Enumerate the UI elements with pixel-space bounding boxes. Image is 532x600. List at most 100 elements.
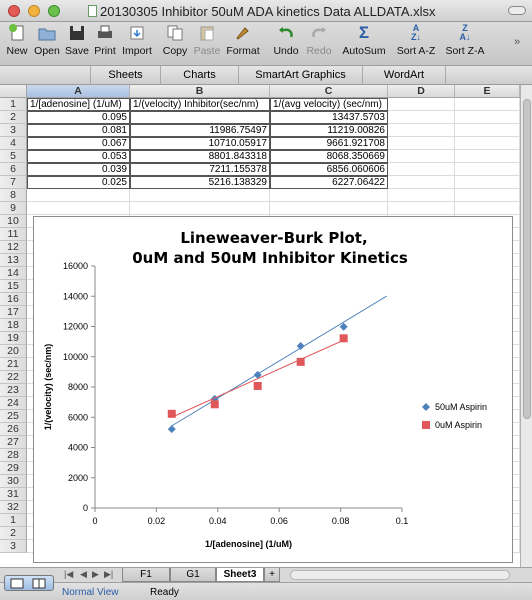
grid-cell[interactable] [388, 189, 455, 202]
row-header[interactable]: 3 [0, 540, 27, 553]
grid-cell[interactable] [455, 150, 520, 163]
row-header[interactable]: 30 [0, 475, 27, 488]
grid-cell[interactable] [388, 150, 455, 163]
data-cell[interactable]: 11219.00826 [270, 124, 388, 137]
copy-button[interactable]: Copy [160, 24, 190, 57]
row-header[interactable]: 25 [0, 410, 27, 423]
format-button[interactable]: Format [224, 24, 262, 57]
column-header-c[interactable]: C [270, 85, 388, 98]
add-sheet-button[interactable]: + [264, 568, 280, 582]
toolbar-overflow-icon[interactable]: » [514, 36, 520, 48]
data-cell[interactable]: 6227.06422 [270, 176, 388, 189]
last-sheet-nav-icon[interactable]: ▶| [104, 569, 113, 580]
row-header[interactable]: 2 [0, 111, 27, 124]
row-header[interactable]: 4 [0, 137, 27, 150]
row-header[interactable]: 6 [0, 163, 27, 176]
row-header[interactable]: 5 [0, 150, 27, 163]
data-cell[interactable]: 0.081 [27, 124, 130, 137]
next-sheet-nav-icon[interactable]: ▶ [92, 569, 99, 580]
autosum-button[interactable]: Σ AutoSum [340, 24, 388, 58]
select-all-corner[interactable] [0, 85, 27, 98]
vertical-scroll-thumb[interactable] [523, 99, 531, 419]
row-header[interactable]: 8 [0, 189, 27, 202]
row-header[interactable]: 26 [0, 423, 27, 436]
tab-smartart-graphics[interactable]: SmartArt Graphics [238, 66, 362, 85]
minimize-window-icon[interactable] [28, 5, 40, 17]
row-header[interactable]: 9 [0, 202, 27, 215]
row-header[interactable]: 7 [0, 176, 27, 189]
grid-cell[interactable] [455, 163, 520, 176]
row-header[interactable]: 3 [0, 124, 27, 137]
row-header[interactable]: 18 [0, 319, 27, 332]
tab-wordart[interactable]: WordArt [362, 66, 446, 85]
grid-cell[interactable] [455, 98, 520, 111]
row-header[interactable]: 14 [0, 267, 27, 280]
tab-charts[interactable]: Charts [160, 66, 238, 85]
row-header[interactable]: 11 [0, 228, 27, 241]
undo-button[interactable]: Undo [271, 24, 301, 57]
toolbar-toggle-button[interactable] [508, 6, 526, 15]
data-cell[interactable]: 0.067 [27, 137, 130, 150]
grid-cell[interactable] [270, 189, 388, 202]
sort-descending-button[interactable]: Z A↓ Sort Z-A [442, 24, 488, 58]
paste-button[interactable]: Paste [191, 24, 223, 57]
grid-cell[interactable] [270, 202, 388, 215]
first-sheet-nav-icon[interactable]: |◀ [64, 569, 73, 580]
row-header[interactable]: 24 [0, 397, 27, 410]
save-button[interactable]: Save [63, 24, 91, 57]
data-cell[interactable]: 11986.75497 [130, 124, 270, 137]
normal-view-toggle[interactable] [4, 575, 54, 591]
grid-cell[interactable] [27, 202, 130, 215]
redo-button[interactable]: Redo [304, 24, 334, 57]
import-button[interactable]: Import [119, 24, 155, 57]
data-cell[interactable]: 6856.060606 [270, 163, 388, 176]
grid-cell[interactable] [388, 124, 455, 137]
row-header[interactable]: 10 [0, 215, 27, 228]
row-header[interactable]: 22 [0, 371, 27, 384]
row-header[interactable]: 13 [0, 254, 27, 267]
grid-cell[interactable] [388, 202, 455, 215]
row-header[interactable]: 29 [0, 462, 27, 475]
data-cell[interactable]: 0.039 [27, 163, 130, 176]
row-header[interactable]: 16 [0, 293, 27, 306]
column-header-d[interactable]: D [388, 85, 455, 98]
row-header[interactable]: 12 [0, 241, 27, 254]
row-header[interactable]: 32 [0, 501, 27, 514]
close-window-icon[interactable] [8, 5, 20, 17]
prev-sheet-nav-icon[interactable]: ◀ [80, 569, 87, 580]
tab-sheets[interactable]: Sheets [90, 66, 160, 85]
grid-cell[interactable] [455, 202, 520, 215]
data-cell[interactable]: 10710.05917 [130, 137, 270, 150]
header-cell[interactable]: 1/(avg velocity) (sec/nm) [270, 98, 388, 111]
grid-cell[interactable] [388, 176, 455, 189]
new-button[interactable]: New [3, 24, 31, 57]
sheet-tab-f1[interactable]: F1 [122, 568, 170, 582]
row-header[interactable]: 2 [0, 527, 27, 540]
data-cell[interactable]: 5216.138329 [130, 176, 270, 189]
grid-cell[interactable] [27, 189, 130, 202]
row-header[interactable]: 21 [0, 358, 27, 371]
grid-cell[interactable] [388, 98, 455, 111]
data-cell[interactable]: 8801.843318 [130, 150, 270, 163]
row-header[interactable]: 15 [0, 280, 27, 293]
data-cell[interactable]: 13437.5703 [270, 111, 388, 124]
data-cell[interactable]: 0.095 [27, 111, 130, 124]
sort-ascending-button[interactable]: A Z↓ Sort A-Z [393, 24, 439, 58]
header-cell[interactable]: 1/(velocity) Inhibitor(sec/nm) [130, 98, 270, 111]
lineweaver-burk-chart[interactable]: Lineweaver-Burk Plot, 0uM and 50uM Inhibi… [33, 216, 513, 563]
row-header[interactable]: 1 [0, 514, 27, 527]
grid-cell[interactable] [455, 176, 520, 189]
grid-cell[interactable] [130, 189, 270, 202]
grid-cell[interactable] [455, 189, 520, 202]
data-cell[interactable] [130, 111, 270, 124]
open-button[interactable]: Open [32, 24, 62, 57]
data-cell[interactable]: 9661.921708 [270, 137, 388, 150]
grid-cell[interactable] [455, 111, 520, 124]
grid-cell[interactable] [388, 111, 455, 124]
data-cell[interactable]: 8068.350669 [270, 150, 388, 163]
column-header-b[interactable]: B [130, 85, 270, 98]
vertical-scrollbar[interactable] [520, 85, 532, 567]
grid-cell[interactable] [455, 137, 520, 150]
header-cell[interactable]: 1/[adenosine] (1/uM) [27, 98, 130, 111]
grid-cell[interactable] [388, 137, 455, 150]
